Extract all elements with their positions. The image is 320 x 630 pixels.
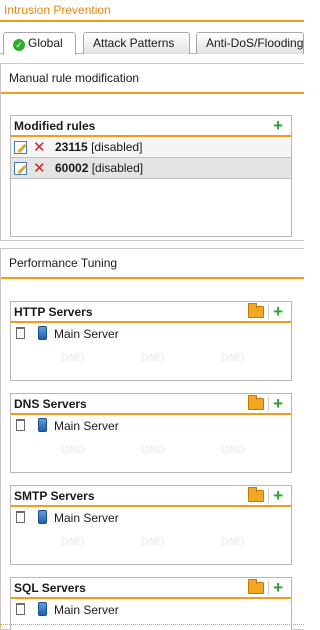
panel-title: SQL Servers xyxy=(14,581,86,595)
tab-attack-patterns[interactable]: Attack Patterns xyxy=(83,32,190,54)
panel-header: SQL Servers + xyxy=(11,578,291,599)
panel-header: SMTP Servers + xyxy=(11,486,291,507)
server-icon xyxy=(38,418,47,432)
watermark: DND xyxy=(61,536,85,548)
folder-icon[interactable] xyxy=(248,303,264,318)
rule-row[interactable]: ✕ 23115 [disabled] xyxy=(11,137,291,158)
tab-global[interactable]: ✓ Global xyxy=(3,32,76,55)
tab-label: Attack Patterns xyxy=(93,36,175,50)
divider xyxy=(268,397,269,411)
add-icon[interactable]: + xyxy=(273,579,283,596)
panel-header: Modified rules + xyxy=(11,116,291,137)
watermark: DND xyxy=(61,444,85,456)
rule-status: [disabled] xyxy=(91,161,144,175)
http-servers-panel: HTTP Servers + Main Server DND DND DND xyxy=(10,301,292,381)
panel-header: DNS Servers + xyxy=(11,394,291,415)
rule-status: [disabled] xyxy=(91,140,143,154)
tab-anti-dos-flooding[interactable]: Anti-DoS/Flooding xyxy=(196,32,304,54)
divider xyxy=(268,489,269,503)
add-icon[interactable]: + xyxy=(273,303,283,320)
section-header: Manual rule modification xyxy=(1,64,304,94)
panel-title: HTTP Servers xyxy=(14,305,93,319)
folder-icon[interactable] xyxy=(248,487,264,502)
watermark: DND xyxy=(61,352,85,364)
server-name: Main Server xyxy=(54,511,119,525)
list-item[interactable]: Main Server xyxy=(11,323,291,345)
panel-title: DNS Servers xyxy=(14,397,87,411)
tab-label: Global xyxy=(28,36,63,50)
check-icon: ✓ xyxy=(13,39,25,51)
tab-bar: ✓ Global Attack Patterns Anti-DoS/Floodin… xyxy=(0,28,304,55)
section-title: Manual rule modification xyxy=(9,71,140,85)
edit-icon[interactable] xyxy=(14,162,27,175)
list-item[interactable]: Main Server xyxy=(11,507,291,529)
panel-header: HTTP Servers + xyxy=(11,302,291,323)
window-header: Intrusion Prevention xyxy=(0,0,304,22)
section-title: Performance Tuning xyxy=(9,256,118,270)
sql-servers-panel: SQL Servers + Main Server xyxy=(10,577,292,630)
server-name: Main Server xyxy=(54,327,119,341)
server-name: Main Server xyxy=(54,603,119,617)
add-icon[interactable]: + xyxy=(273,117,283,134)
section-header: Performance Tuning xyxy=(1,249,304,279)
server-name: Main Server xyxy=(54,419,119,433)
trash-icon[interactable] xyxy=(16,327,25,339)
folder-icon[interactable] xyxy=(248,395,264,410)
divider xyxy=(268,581,269,595)
server-icon xyxy=(38,510,47,524)
add-icon[interactable]: + xyxy=(273,395,283,412)
rule-id: 23115 xyxy=(55,140,88,154)
panel-title: SMTP Servers xyxy=(14,489,95,503)
list-item[interactable]: Main Server xyxy=(11,415,291,437)
trash-icon[interactable] xyxy=(16,419,25,431)
server-icon xyxy=(38,326,47,340)
watermark: DND xyxy=(221,352,245,364)
trash-icon[interactable] xyxy=(16,603,25,615)
delete-icon[interactable]: ✕ xyxy=(33,138,46,156)
panel-title: Modified rules xyxy=(14,119,96,133)
edit-icon[interactable] xyxy=(14,141,27,154)
page-title: Intrusion Prevention xyxy=(4,3,111,17)
rule-row[interactable]: ✕ 60002 [disabled] xyxy=(11,158,291,179)
watermark: DND xyxy=(221,536,245,548)
divider xyxy=(268,305,269,319)
server-icon xyxy=(38,602,47,616)
add-icon[interactable]: + xyxy=(273,487,283,504)
tab-label: Anti-DoS/Flooding xyxy=(206,36,304,50)
watermark: DND xyxy=(141,444,165,456)
modified-rules-panel: Modified rules + ✕ 23115 [disabled] ✕ 60… xyxy=(10,115,292,237)
folder-icon[interactable] xyxy=(248,579,264,594)
watermark: DND xyxy=(141,352,165,364)
list-item[interactable]: Main Server xyxy=(11,599,291,621)
footer-divider xyxy=(0,624,304,625)
trash-icon[interactable] xyxy=(16,511,25,523)
smtp-servers-panel: SMTP Servers + Main Server DND DND DND xyxy=(10,485,292,565)
delete-icon[interactable]: ✕ xyxy=(33,159,46,177)
watermark: DND xyxy=(221,444,245,456)
rule-id: 60002 xyxy=(55,161,89,175)
dns-servers-panel: DNS Servers + Main Server DND DND DND xyxy=(10,393,292,473)
watermark: DND xyxy=(141,536,165,548)
